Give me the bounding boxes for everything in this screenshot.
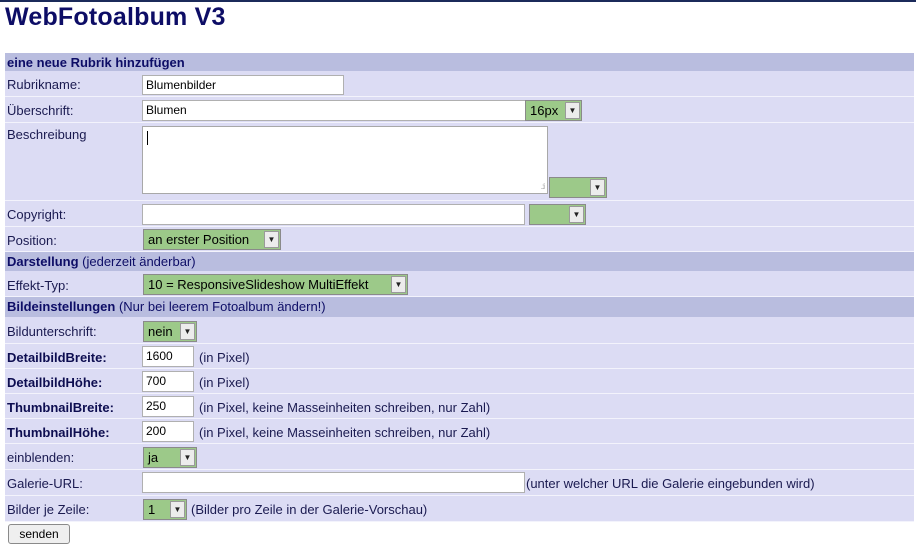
resize-grip-icon[interactable]: .:i <box>541 182 545 191</box>
section-title-text: Darstellung <box>7 254 79 269</box>
bilder-je-zeile-select[interactable]: 1 ▼ <box>143 499 187 520</box>
select-value: 10 = ResponsiveSlideshow MultiEffekt <box>148 277 369 292</box>
ueberschrift-size-select[interactable]: 16px ▼ <box>525 100 582 121</box>
row-rubrikname: Rubrikname: Blumenbilder <box>5 71 914 97</box>
select-value: 16px <box>530 103 559 118</box>
row-copyright: Copyright: ▼ <box>5 201 914 227</box>
section-header-new-category: eine neue Rubrik hinzufügen <box>5 53 914 71</box>
detailbild-hoehe-label: DetailbildHöhe: <box>7 375 103 390</box>
beschreibung-size-select[interactable]: ▼ <box>549 177 607 198</box>
galerie-url-note: (unter welcher URL die Galerie eingebund… <box>526 476 815 491</box>
section-note: (Nur bei leerem Fotoalbum ändern!) <box>118 299 326 314</box>
chevron-down-icon[interactable]: ▼ <box>264 231 279 248</box>
einblenden-label: einblenden: <box>7 450 75 465</box>
row-beschreibung: Beschreibung .:i ▼ <box>5 123 914 201</box>
select-value: nein <box>148 324 173 339</box>
row-thumbnail-hoehe: ThumbnailHöhe: 200 (in Pixel, keine Mass… <box>5 419 914 444</box>
thumbnail-breite-note: (in Pixel, keine Masseinheiten schreiben… <box>199 400 491 415</box>
thumbnail-hoehe-input[interactable]: 200 <box>142 421 194 442</box>
effekt-typ-select[interactable]: 10 = ResponsiveSlideshow MultiEffekt ▼ <box>143 274 408 295</box>
select-value: ja <box>148 450 159 465</box>
position-select[interactable]: an erster Position ▼ <box>143 229 281 250</box>
beschreibung-textarea[interactable]: .:i <box>142 126 548 194</box>
bildunterschrift-select[interactable]: nein ▼ <box>143 321 197 342</box>
copyright-label: Copyright: <box>7 207 67 222</box>
text-cursor <box>147 131 148 145</box>
chevron-down-icon[interactable]: ▼ <box>180 449 195 466</box>
chevron-down-icon[interactable]: ▼ <box>565 102 580 119</box>
galerie-url-label: Galerie-URL: <box>7 476 83 491</box>
effekt-typ-label: Effekt-Typ: <box>7 278 69 293</box>
bilder-je-zeile-label: Bilder je Zeile: <box>7 502 90 517</box>
section-note: (jederzeit änderbar) <box>82 254 196 269</box>
ueberschrift-input[interactable]: Blumen <box>142 100 526 121</box>
select-value: an erster Position <box>148 232 250 247</box>
bildunterschrift-label: Bildunterschrift: <box>7 324 97 339</box>
row-bilder-je-zeile: Bilder je Zeile: 1 ▼ (Bilder pro Zeile i… <box>5 496 914 522</box>
row-thumbnail-breite: ThumbnailBreite: 250 (in Pixel, keine Ma… <box>5 394 914 419</box>
section-title: Bildeinstellungen (Nur bei leerem Fotoal… <box>7 299 326 314</box>
bilder-je-zeile-note: (Bilder pro Zeile in der Galerie-Vorscha… <box>191 502 428 517</box>
chevron-down-icon[interactable]: ▼ <box>391 276 406 293</box>
row-detailbild-hoehe: DetailbildHöhe: 700 (in Pixel) <box>5 369 914 394</box>
einblenden-select[interactable]: ja ▼ <box>143 447 197 468</box>
submit-button[interactable]: senden <box>8 524 70 544</box>
detailbild-breite-input[interactable]: 1600 <box>142 346 194 367</box>
position-label: Position: <box>7 233 57 248</box>
section-title-text: Bildeinstellungen <box>7 299 116 314</box>
chevron-down-icon[interactable]: ▼ <box>590 179 605 196</box>
row-bildunterschrift: Bildunterschrift: nein ▼ <box>5 317 914 344</box>
chevron-down-icon[interactable]: ▼ <box>170 501 185 518</box>
thumbnail-hoehe-label: ThumbnailHöhe: <box>7 425 110 440</box>
copyright-size-select[interactable]: ▼ <box>529 204 586 225</box>
section-title: Darstellung (jederzeit änderbar) <box>7 254 196 269</box>
rubrikname-label: Rubrikname: <box>7 77 81 92</box>
detailbild-breite-note: (in Pixel) <box>199 350 250 365</box>
section-title: eine neue Rubrik hinzufügen <box>7 55 185 70</box>
section-header-display: Darstellung (jederzeit änderbar) <box>5 252 914 271</box>
copyright-input[interactable] <box>142 204 525 225</box>
thumbnail-hoehe-note: (in Pixel, keine Masseinheiten schreiben… <box>199 425 491 440</box>
galerie-url-input[interactable] <box>142 472 525 493</box>
chevron-down-icon[interactable]: ▼ <box>569 206 584 223</box>
row-einblenden: einblenden: ja ▼ <box>5 444 914 470</box>
section-header-image-settings: Bildeinstellungen (Nur bei leerem Fotoal… <box>5 297 914 317</box>
thumbnail-breite-input[interactable]: 250 <box>142 396 194 417</box>
chevron-down-icon[interactable]: ▼ <box>180 323 195 340</box>
row-detailbild-breite: DetailbildBreite: 1600 (in Pixel) <box>5 344 914 369</box>
row-galerie-url: Galerie-URL: (unter welcher URL die Gale… <box>5 470 914 496</box>
row-ueberschrift: Überschrift: Blumen 16px ▼ <box>5 97 914 123</box>
thumbnail-breite-label: ThumbnailBreite: <box>7 400 114 415</box>
ueberschrift-label: Überschrift: <box>7 103 74 118</box>
detailbild-hoehe-note: (in Pixel) <box>199 375 250 390</box>
select-value: 1 <box>148 502 156 517</box>
detailbild-breite-label: DetailbildBreite: <box>7 350 107 365</box>
row-effekt-typ: Effekt-Typ: 10 = ResponsiveSlideshow Mul… <box>5 271 914 297</box>
beschreibung-label: Beschreibung <box>7 127 87 142</box>
rubrikname-input[interactable]: Blumenbilder <box>142 75 344 95</box>
detailbild-hoehe-input[interactable]: 700 <box>142 371 194 392</box>
row-position: Position: an erster Position ▼ <box>5 227 914 252</box>
page-title: WebFotoalbum V3 <box>5 3 226 31</box>
